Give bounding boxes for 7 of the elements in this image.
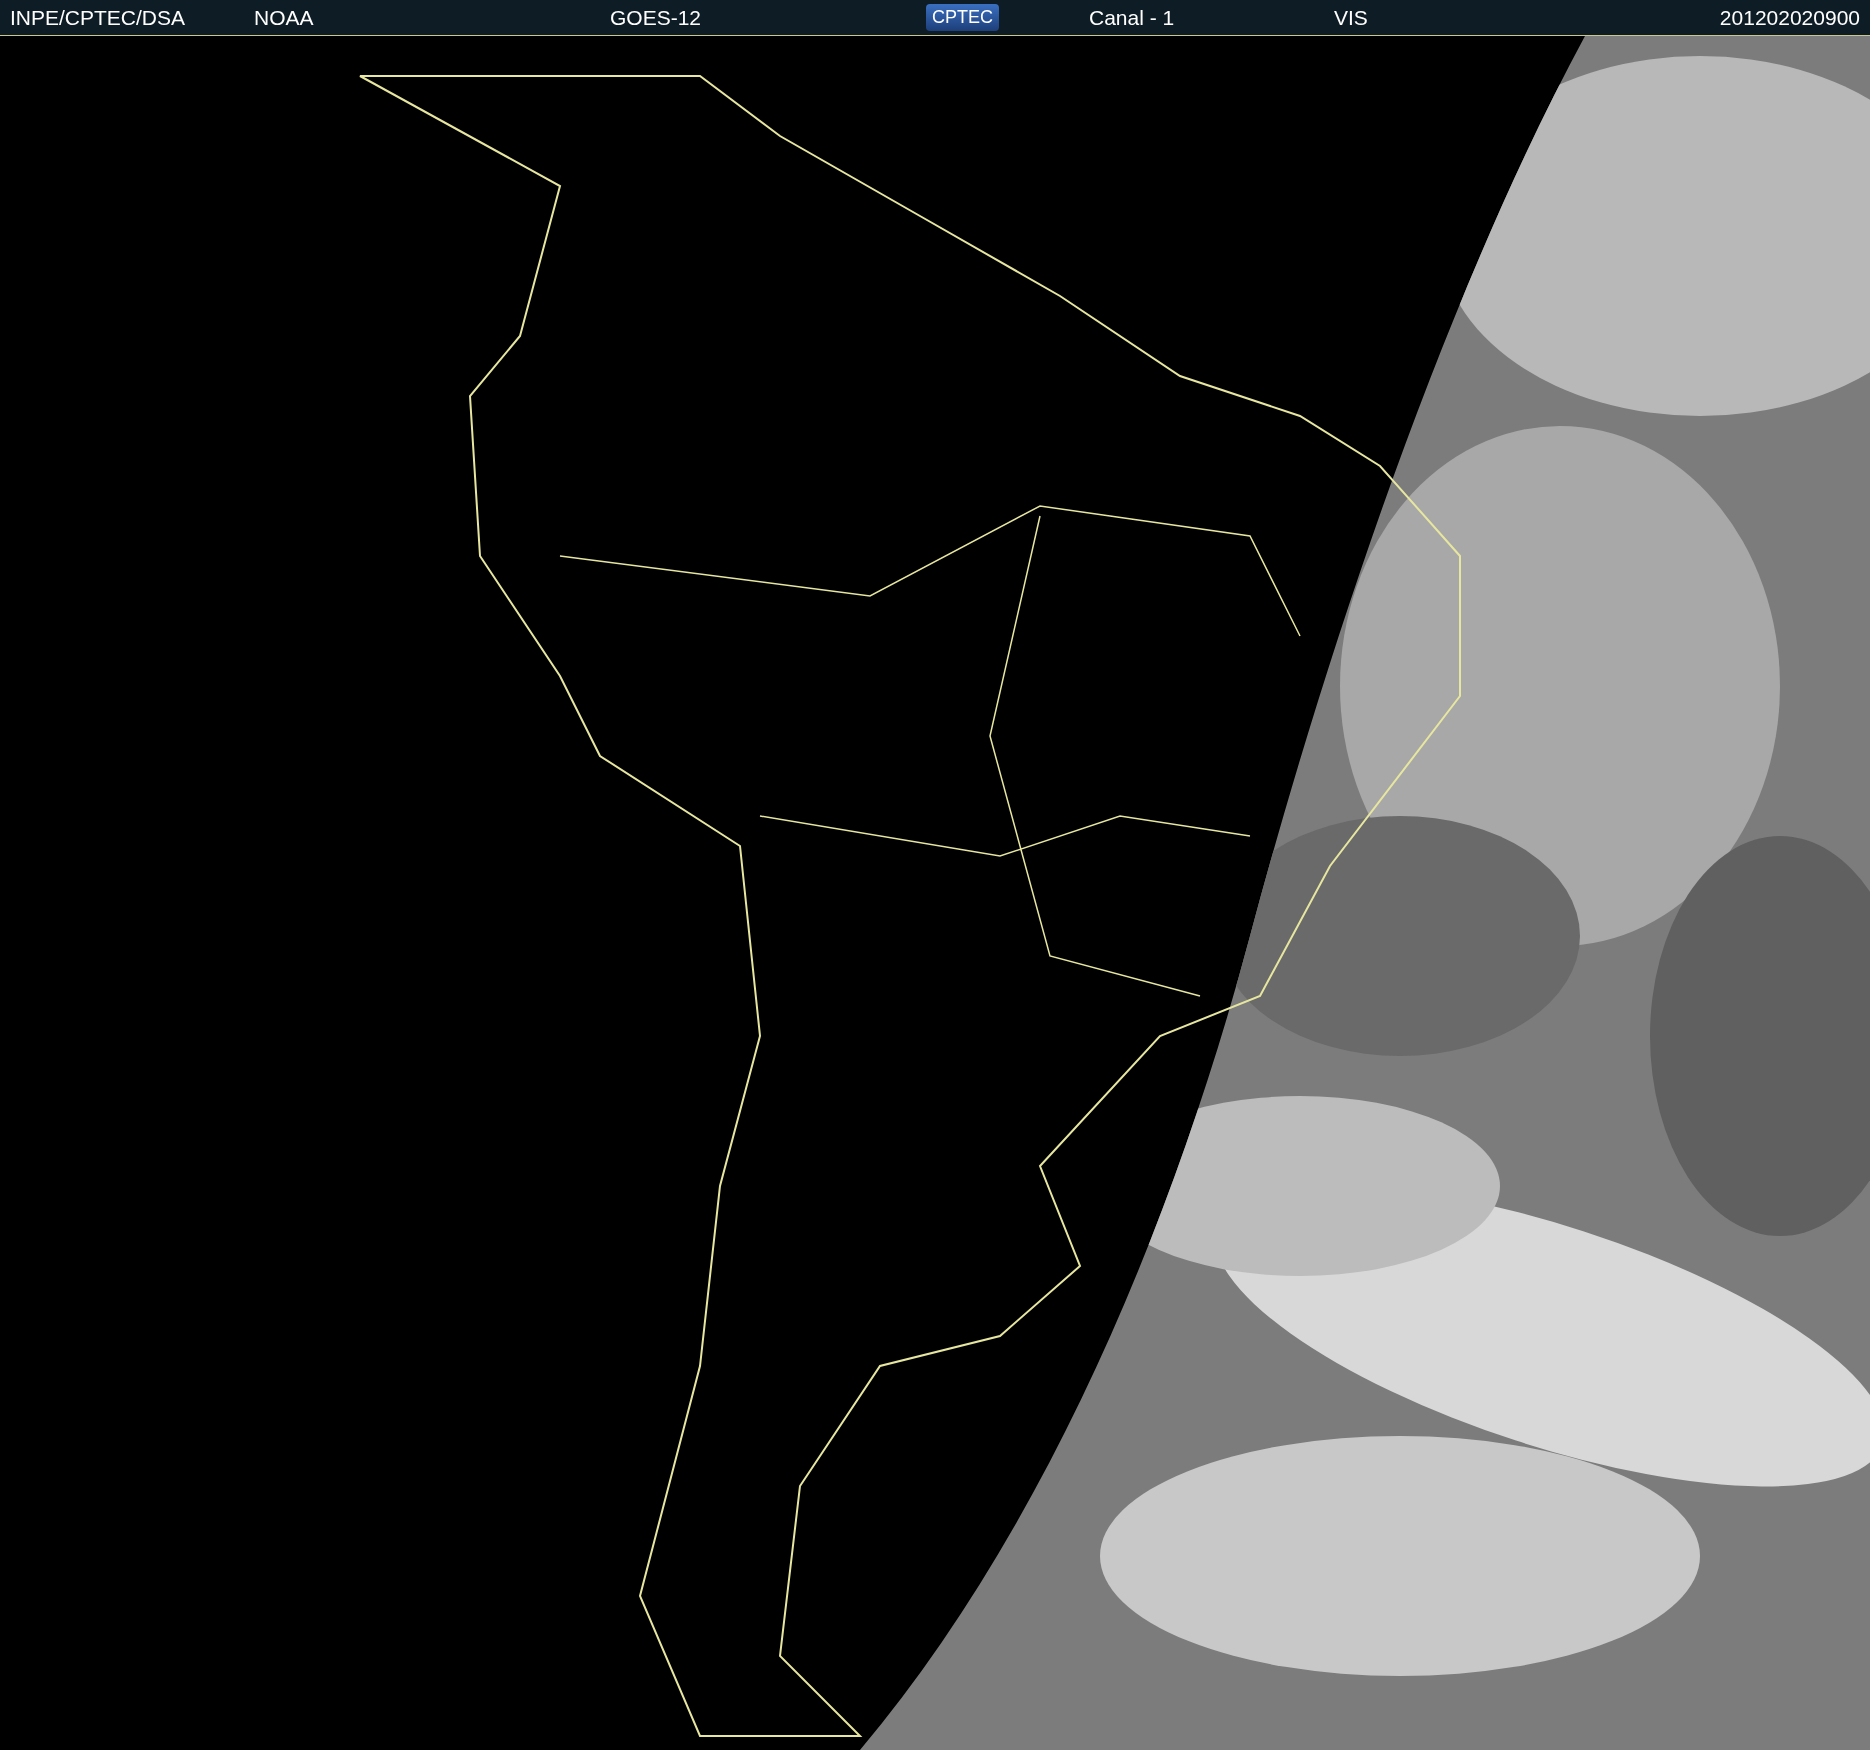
header-text: 201202020900 [1719, 5, 1860, 30]
header-text: GOES-12 [610, 5, 702, 30]
header-text: VIS [1334, 5, 1368, 30]
logo: CPTEC [926, 4, 999, 31]
header-text: INPE/CPTEC/DSA [10, 5, 186, 30]
header-text: NOAA [254, 5, 314, 30]
header-text: Canal - 1 [1089, 5, 1175, 30]
